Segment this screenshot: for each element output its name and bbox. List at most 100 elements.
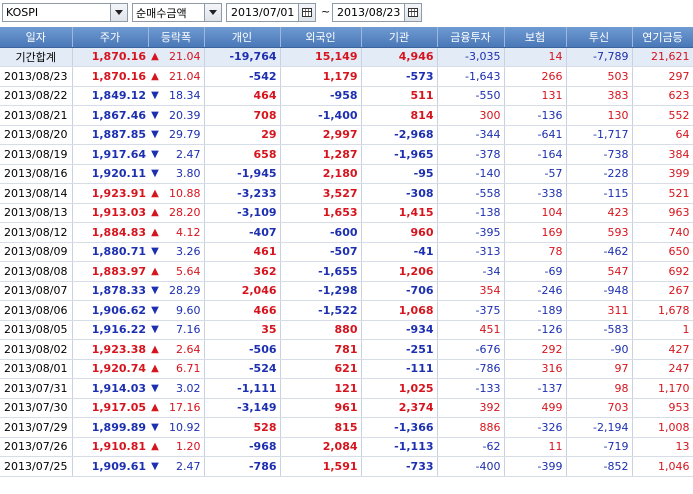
cell-price: 1,914.03 [72,378,148,399]
cell-insurance: 266 [504,66,567,87]
cell-foreign: 1,591 [280,456,362,477]
table-row[interactable]: 2013/08/21 1,867.46 ▼ 20.39 708 -1,400 814 300-… [0,105,693,126]
cell-foreign: 815 [280,417,362,438]
cell-individual: 461 [204,242,281,262]
table-row[interactable]: 2013/08/02 1,923.38 ▲ 2.64 -506 781 -251 -676 29… [0,339,693,360]
cell-financial-investment: 300 [437,105,505,126]
column-header-individual[interactable]: 개인 [204,27,281,48]
cell-date: 2013/07/29 [0,417,73,438]
cell-price: 1,849.12 [72,86,148,106]
cell-financial-investment: 392 [437,398,505,418]
cell-individual: 466 [204,300,281,321]
table-row[interactable]: 2013/08/12 1,884.83 ▲ 4.12 -407 -600 960 -395 16… [0,222,693,243]
table-row[interactable]: 2013/08/09 1,880.71 ▼ 3.26 461 -507 -41 -313 78-… [0,242,693,262]
cell-financial-investment: -400 [437,456,505,477]
table-row[interactable]: 2013/08/22 1,849.12 ▼ 18.34 464 -958 511 -550 13… [0,86,693,106]
cell-investment-trust: -948 [566,281,633,301]
cell-insurance: -326 [504,417,567,438]
cell-institution: -95 [361,164,438,184]
cell-change: 28.20 [162,203,205,223]
cell-foreign: 1,179 [280,66,362,87]
cell-pension: 1,170 [632,378,693,399]
cell-insurance: 316 [504,359,567,379]
cell-investment-trust: 98 [566,378,633,399]
column-header-price[interactable]: 주가 [72,27,149,48]
cell-insurance: -641 [504,125,567,145]
start-date-field[interactable]: 2013/07/01 [226,3,316,22]
column-header-pension[interactable]: 연기금등 [632,27,693,48]
calendar-icon[interactable] [298,4,315,21]
table-row[interactable]: 2013/08/06 1,906.62 ▼ 9.60 466 -1,522 1,068 -37… [0,300,693,321]
cell-insurance: -136 [504,105,567,126]
cell-change: 2.47 [162,144,205,165]
cell-price: 1,920.11 [72,164,148,184]
cell-insurance: -69 [504,261,567,282]
end-date-field[interactable]: 2013/08/23 [332,3,422,22]
chevron-down-icon[interactable] [110,4,127,21]
cell-institution: -41 [361,242,438,262]
cell-institution: -1,366 [361,417,438,438]
column-header-financial-investment[interactable]: 금융투자 [437,27,505,48]
cell-institution: 1,068 [361,300,438,321]
cell-price: 1,906.62 [72,300,148,321]
table-row[interactable]: 2013/08/05 1,916.22 ▼ 7.16 35 880 -934 451 -126-… [0,320,693,340]
table-row[interactable]: 2013/08/07 1,878.33 ▼ 28.29 2,046 -1,298 -706 3… [0,281,693,301]
change-direction-icon: ▲ [148,183,162,204]
cell-insurance: 131 [504,86,567,106]
cell-foreign: 621 [280,359,362,379]
cell-financial-investment: -375 [437,300,505,321]
table-row[interactable]: 2013/08/01 1,920.74 ▲ 6.71 -524 621 -111 -786 31… [0,359,693,379]
column-header-change[interactable]: 등락폭 [148,27,205,48]
cell-investment-trust: -583 [566,320,633,340]
table-row[interactable]: 2013/08/08 1,883.97 ▲ 5.64 362 -1,655 1,206 -34… [0,261,693,282]
change-direction-icon: ▼ [148,86,162,106]
change-direction-icon: ▼ [148,125,162,145]
cell-date: 2013/08/20 [0,125,73,145]
table-row[interactable]: 2013/07/26 1,910.81 ▲ 1.20 -968 2,084 -1,113 -6… [0,437,693,457]
cell-change: 4.12 [162,222,205,243]
total-row[interactable]: 기간합계 1,870.16 ▲ 21.04 -19,764 15,149 4,946 -3,0… [0,47,693,67]
column-header-institution[interactable]: 기관 [361,27,438,48]
cell-date: 2013/08/14 [0,183,73,204]
cell-pension: 297 [632,66,693,87]
cell-financial-investment: -138 [437,203,505,223]
cell-investment-trust: -90 [566,339,633,360]
market-select[interactable]: KOSPI [2,3,128,22]
cell-financial-investment: -313 [437,242,505,262]
table-row[interactable]: 2013/07/30 1,917.05 ▲ 17.16 -3,149 961 2,374 39… [0,398,693,418]
cell-investment-trust: -738 [566,144,633,165]
table-row[interactable]: 2013/08/16 1,920.11 ▼ 3.80 -1,945 2,180 -95 -14… [0,164,693,184]
cell-institution: 511 [361,86,438,106]
cell-individual: 708 [204,105,281,126]
cell-financial-investment: -1,643 [437,66,505,87]
column-header-foreign[interactable]: 외국인 [280,27,362,48]
chevron-down-icon[interactable] [204,4,221,21]
table-row[interactable]: 2013/08/13 1,913.03 ▲ 28.20 -3,109 1,653 1,415… [0,203,693,223]
calendar-icon[interactable] [404,4,421,21]
table-row[interactable]: 2013/08/20 1,887.85 ▼ 29.79 29 2,997 -2,968 -34… [0,125,693,145]
table-row[interactable]: 2013/07/31 1,914.03 ▼ 3.02 -1,111 121 1,025 -13… [0,378,693,399]
cell-financial-investment: 451 [437,320,505,340]
table-row[interactable]: 2013/07/29 1,899.89 ▼ 10.92 528 815 -1,366 886-… [0,417,693,438]
column-header-date[interactable]: 일자 [0,27,73,48]
cell-price: 1,878.33 [72,281,148,301]
table-row[interactable]: 2013/08/23 1,870.16 ▲ 21.04 -542 1,179 -573 -1,… [0,66,693,87]
cell-foreign: 3,527 [280,183,362,204]
table-row[interactable]: 2013/08/14 1,923.91 ▲ 10.88 -3,233 3,527 -308-… [0,183,693,204]
change-direction-icon: ▼ [148,242,162,262]
cell-investment-trust: -2,194 [566,417,633,438]
table-row[interactable]: 2013/07/25 1,909.61 ▼ 2.47 -786 1,591 -733 -400… [0,456,693,477]
cell-pension: 692 [632,261,693,282]
column-header-insurance[interactable]: 보험 [504,27,567,48]
cell-foreign: 781 [280,339,362,360]
column-header-investment-trust[interactable]: 투신 [566,27,633,48]
cell-institution: -733 [361,456,438,477]
change-direction-icon: ▲ [148,437,162,457]
metric-select[interactable]: 순매수금액 [132,3,222,22]
cell-institution: 2,374 [361,398,438,418]
cell-change: 29.79 [162,125,205,145]
cell-insurance: 78 [504,242,567,262]
change-direction-icon: ▲ [148,222,162,243]
cell-date: 2013/08/08 [0,261,73,282]
table-row[interactable]: 2013/08/19 1,917.64 ▼ 2.47 658 1,287 -1,965 -37… [0,144,693,165]
